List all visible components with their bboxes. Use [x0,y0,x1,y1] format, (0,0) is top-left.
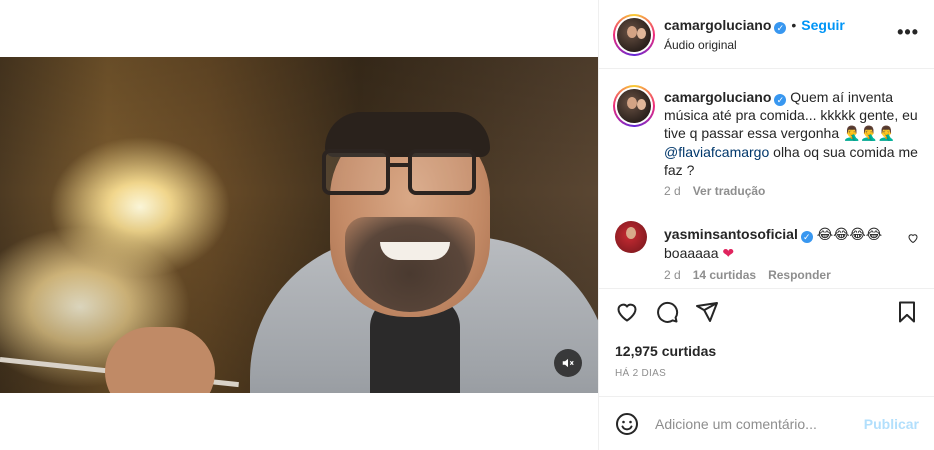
author-line: camargoluciano ✓ • Seguir [664,17,845,34]
comment-time[interactable]: 2 d [664,268,681,282]
paper-plane-icon [696,302,718,322]
caption: camargoluciano ✓ Quem aí inventa música a… [664,88,922,179]
post-header: camargoluciano ✓ • Seguir Áudio original ••… [599,0,934,69]
save-button[interactable] [895,300,921,326]
caption-meta: 2 d Ver tradução [664,184,765,198]
video-glasses [322,149,482,201]
publish-button[interactable]: Publicar [864,416,919,432]
comment-bubble-icon [657,301,679,323]
caption-username[interactable]: camargoluciano [664,89,771,105]
comments-section: camargoluciano ✓ Quem aí inventa música a… [599,69,934,289]
caption-mention[interactable]: @flaviafcamargo [664,144,769,160]
follow-button[interactable]: Seguir [801,17,845,33]
emoji-picker-button[interactable] [615,412,641,438]
comment-input[interactable] [655,413,855,435]
action-bar [599,290,934,336]
commenter-avatar[interactable] [615,221,647,253]
post-date[interactable]: HÁ 2 DIAS [615,368,666,379]
video-smile [380,242,450,260]
separator-dot: • [791,17,797,33]
smiley-icon [616,413,638,435]
post-side-panel: camargoluciano ✓ • Seguir Áudio original ••… [598,0,934,450]
more-options-icon[interactable]: ••• [897,22,919,43]
post-video[interactable] [0,57,598,393]
bookmark-icon [899,301,915,323]
facepalm-emoji: 🤦‍♂️🤦‍♂️🤦‍♂️ [843,126,896,142]
share-button[interactable] [695,300,721,326]
comment-button[interactable] [655,300,681,326]
heart-outline-icon [908,234,918,244]
add-comment-bar: Publicar [599,396,934,450]
likes-count[interactable]: 12,975 curtidas [615,343,716,359]
like-comment-button[interactable] [907,231,919,247]
audio-label[interactable]: Áudio original [664,38,737,52]
video-hand [105,327,215,393]
caption-author-avatar[interactable] [613,85,655,127]
comment-meta: 2 d 14 curtidas Responder [664,268,831,282]
author-avatar[interactable] [613,14,655,56]
red-heart-emoji: ❤ [722,246,735,262]
verified-badge-icon: ✓ [774,94,787,106]
speaker-muted-icon [562,358,574,368]
verified-badge-icon: ✓ [800,231,813,243]
comment-body: boaaaaa [664,245,719,261]
mute-toggle-button[interactable] [554,349,582,377]
heart-outline-icon [617,303,637,322]
like-button[interactable] [615,300,641,326]
author-username[interactable]: camargoluciano [664,17,771,33]
comment-likes[interactable]: 14 curtidas [693,268,756,282]
post-media-area [0,0,598,450]
comment: yasminsantosoficial ✓ 😂😂😂😂 boaaaaa ❤ [664,225,904,263]
see-translation-button[interactable]: Ver tradução [693,184,766,198]
reply-button[interactable]: Responder [768,268,831,282]
caption-time[interactable]: 2 d [664,184,681,198]
commenter-username[interactable]: yasminsantosoficial [664,226,798,242]
laughing-emoji: 😂😂😂😂 [816,227,883,243]
verified-badge-icon: ✓ [774,22,787,34]
